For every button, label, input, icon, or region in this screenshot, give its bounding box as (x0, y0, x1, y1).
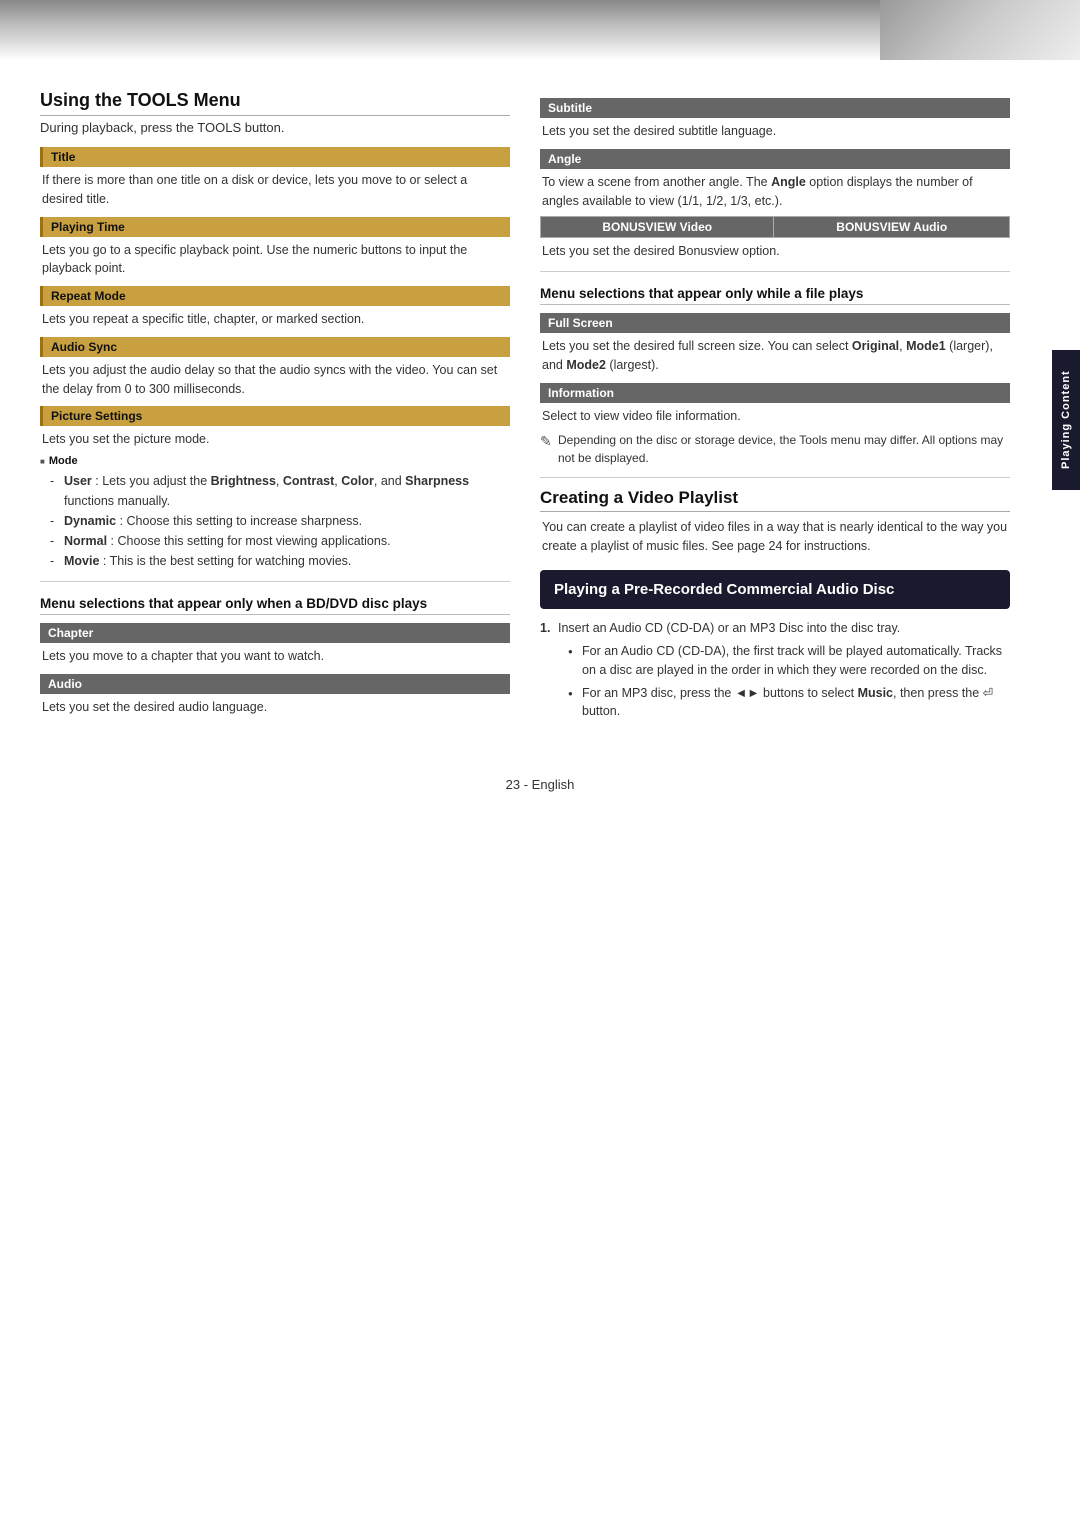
left-column: Using the TOOLS Menu During playback, pr… (40, 90, 510, 727)
main-content: Using the TOOLS Menu During playback, pr… (0, 60, 1080, 757)
creating-divider (540, 477, 1010, 478)
subtitle-body: Lets you set the desired subtitle langua… (540, 122, 1010, 141)
creating-body: You can create a playlist of video files… (540, 518, 1010, 556)
mode-user: User : Lets you adjust the Brightness, C… (50, 471, 510, 511)
side-tab: Playing Content (1052, 350, 1080, 490)
prr-step-1: 1. Insert an Audio CD (CD-DA) or an MP3 … (540, 619, 1010, 721)
picture-settings-body: Lets you set the picture mode. (40, 430, 510, 449)
audio-sync-body: Lets you adjust the audio delay so that … (40, 361, 510, 399)
information-header: Information (540, 383, 1010, 403)
audio-body: Lets you set the desired audio language. (40, 698, 510, 717)
chapter-header: Chapter (40, 623, 510, 643)
audio-sync-header: Audio Sync (40, 337, 510, 357)
header-bar-accent (880, 0, 1080, 60)
prr-numbered-list: 1. Insert an Audio CD (CD-DA) or an MP3 … (540, 619, 1010, 721)
bonusview-body: Lets you set the desired Bonusview optio… (540, 242, 1010, 261)
chapter-body: Lets you move to a chapter that you want… (40, 647, 510, 666)
mode-movie: Movie : This is the best setting for wat… (50, 551, 510, 571)
title-item-header: Title (40, 147, 510, 167)
note-line: Depending on the disc or storage device,… (540, 431, 1010, 467)
bonusview-video-cell: BONUSVIEW Video (541, 217, 774, 238)
angle-body: To view a scene from another angle. The … (540, 173, 1010, 211)
file-divider (540, 271, 1010, 272)
right-column: Subtitle Lets you set the desired subtit… (540, 90, 1010, 727)
title-item-body: If there is more than one title on a dis… (40, 171, 510, 209)
repeat-mode-body: Lets you repeat a specific title, chapte… (40, 310, 510, 329)
prr-bullet-1: For an Audio CD (CD-DA), the first track… (568, 642, 1010, 680)
tools-menu-subtitle: During playback, press the TOOLS button. (40, 120, 510, 135)
prr-box: Playing a Pre-Recorded Commercial Audio … (540, 570, 1010, 610)
playing-time-header: Playing Time (40, 217, 510, 237)
header-bar (0, 0, 1080, 60)
subtitle-header: Subtitle (540, 98, 1010, 118)
mode-dynamic: Dynamic : Choose this setting to increas… (50, 511, 510, 531)
file-section-title: Menu selections that appear only while a… (540, 286, 1010, 305)
creating-title: Creating a Video Playlist (540, 488, 1010, 512)
mode-list: User : Lets you adjust the Brightness, C… (40, 471, 510, 571)
angle-header: Angle (540, 149, 1010, 169)
prr-box-title: Playing a Pre-Recorded Commercial Audio … (554, 580, 996, 600)
bonusview-audio-cell: BONUSVIEW Audio (774, 217, 1010, 238)
prr-bullet-list: For an Audio CD (CD-DA), the first track… (558, 642, 1010, 721)
repeat-mode-header: Repeat Mode (40, 286, 510, 306)
information-body: Select to view video file information. (540, 407, 1010, 426)
side-tab-label: Playing Content (1060, 371, 1072, 470)
tools-menu-title: Using the TOOLS Menu (40, 90, 510, 116)
prr-bullet-2: For an MP3 disc, press the ◄► buttons to… (568, 684, 1010, 722)
bd-section-title: Menu selections that appear only when a … (40, 596, 510, 615)
full-screen-body: Lets you set the desired full screen siz… (540, 337, 1010, 375)
bonusview-table: BONUSVIEW Video BONUSVIEW Audio (540, 216, 1010, 238)
audio-header: Audio (40, 674, 510, 694)
page-number: 23 - English (506, 777, 575, 792)
footer: 23 - English (0, 757, 1080, 802)
mode-normal: Normal : Choose this setting for most vi… (50, 531, 510, 551)
bd-divider (40, 581, 510, 582)
full-screen-header: Full Screen (540, 313, 1010, 333)
picture-settings-header: Picture Settings (40, 406, 510, 426)
playing-time-body: Lets you go to a specific playback point… (40, 241, 510, 279)
mode-label: Mode (40, 455, 510, 467)
